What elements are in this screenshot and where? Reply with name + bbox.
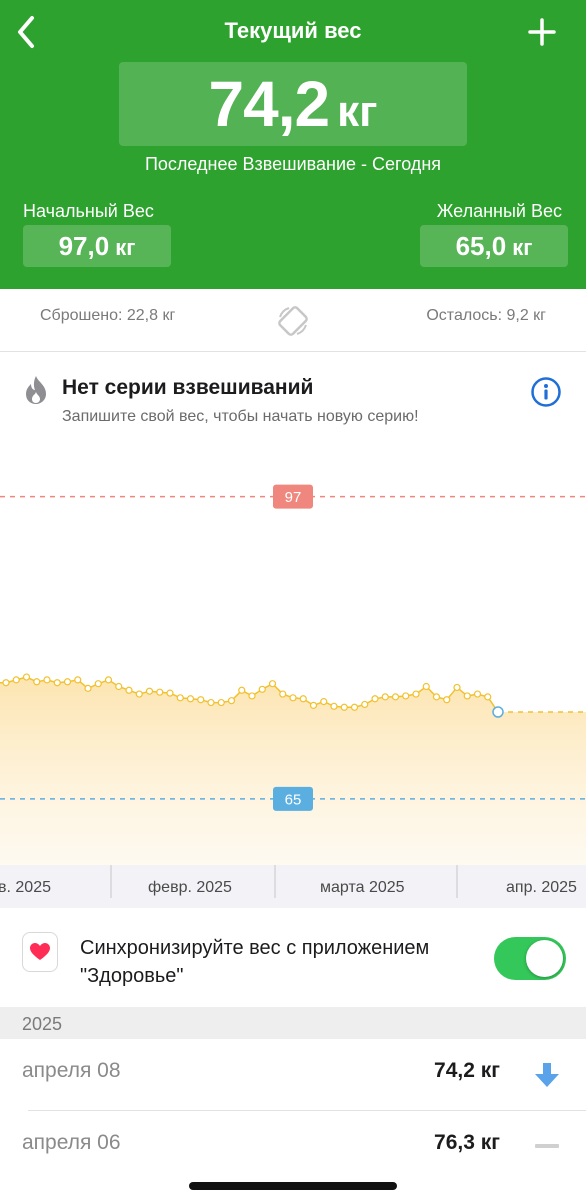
data-point xyxy=(135,690,143,698)
data-point xyxy=(238,686,246,694)
data-point xyxy=(484,693,492,701)
current-weight-unit: кг xyxy=(337,87,378,136)
data-point xyxy=(402,692,410,700)
latest-data-point xyxy=(492,706,504,718)
history-weight: 74,2 кг xyxy=(434,1059,500,1082)
data-point xyxy=(227,697,236,705)
data-point xyxy=(217,698,225,707)
data-point xyxy=(268,680,277,688)
data-point xyxy=(432,693,441,701)
data-point xyxy=(299,695,307,703)
data-point xyxy=(22,673,31,681)
data-point xyxy=(289,694,297,702)
data-point xyxy=(94,680,102,688)
goal-weight-box[interactable]: 65,0 кг xyxy=(420,225,568,267)
minus-icon xyxy=(532,1131,562,1161)
data-point xyxy=(115,682,123,691)
x-tick-label: февр. 2025 xyxy=(148,879,232,896)
data-point xyxy=(371,695,379,703)
data-point xyxy=(166,689,174,697)
start-weight-label: Начальный Вес xyxy=(23,201,154,221)
data-point xyxy=(33,678,41,686)
current-weight-box: 74,2 кг xyxy=(119,62,467,146)
data-point xyxy=(248,692,256,700)
lost-weight: Сброшено: 22,8 кг xyxy=(40,307,176,324)
start-weight-value: 97,0 xyxy=(58,231,110,261)
progress-summary: Сброшено: 22,8 кг Осталось: 9,2 кг xyxy=(0,289,586,352)
data-point xyxy=(391,693,400,701)
down-arrow-icon xyxy=(532,1059,562,1089)
data-point xyxy=(207,698,215,707)
data-point xyxy=(340,703,348,711)
last-weigh-in: Последнее Взвешивание - Сегодня xyxy=(144,154,441,174)
data-point xyxy=(197,696,205,704)
health-sync-label: Синхронизируйте вес с приложением "Здоро… xyxy=(80,937,430,987)
data-point xyxy=(2,679,10,687)
data-point xyxy=(145,687,154,695)
year-section-header: 2025 xyxy=(0,1007,586,1039)
history-weight: 76,3 кг xyxy=(434,1131,500,1154)
data-point xyxy=(74,676,82,684)
home-indicator xyxy=(189,1182,397,1190)
add-weight-button[interactable] xyxy=(520,10,564,54)
weight-chart: 97 65 в. 2025 февр. 2025 марта 2025 апр. … xyxy=(0,484,586,908)
data-point xyxy=(463,692,471,700)
start-weight-label: 97 xyxy=(285,489,302,506)
chart-axis-band xyxy=(0,865,586,908)
data-point xyxy=(258,685,266,693)
data-point xyxy=(186,695,195,703)
history-row[interactable]: апреля 08 74,2 кг xyxy=(0,1039,586,1111)
data-point xyxy=(63,678,72,686)
data-point xyxy=(381,693,389,701)
data-point xyxy=(279,690,287,698)
x-tick-label: апр. 2025 xyxy=(506,879,577,896)
data-point xyxy=(176,694,184,702)
data-point xyxy=(473,690,482,698)
plus-icon xyxy=(528,18,556,46)
health-app-icon xyxy=(22,932,58,972)
toggle-knob xyxy=(526,940,563,977)
remaining-weight: Осталось: 9,2 кг xyxy=(426,307,546,324)
data-point xyxy=(43,676,51,684)
health-sync-toggle[interactable] xyxy=(494,937,566,980)
page-title: Текущий вес xyxy=(224,18,362,43)
streak-subtitle: Запишите свой вес, чтобы начать новую се… xyxy=(62,408,419,425)
goal-weight-unit: кг xyxy=(512,235,533,260)
data-point xyxy=(330,702,338,710)
header: Текущий вес 74,2 кг Последнее Взвешивание… xyxy=(0,0,586,289)
data-point xyxy=(443,696,451,704)
chart-layer: 97 65 xyxy=(0,484,586,865)
goal-weight-label: 65 xyxy=(285,791,302,808)
history-date: апреля 08 xyxy=(22,1059,121,1082)
data-point xyxy=(320,698,328,706)
history-date: апреля 06 xyxy=(22,1131,121,1154)
x-tick-label: в. 2025 xyxy=(0,879,51,896)
goal-weight-label: Желанный Вес xyxy=(436,201,562,221)
weight-area xyxy=(0,677,586,865)
data-point xyxy=(422,682,430,691)
data-point xyxy=(125,686,133,694)
data-point xyxy=(309,701,318,709)
data-point xyxy=(453,683,461,692)
streak-title: Нет серии взвешиваний xyxy=(62,376,314,399)
data-point xyxy=(350,703,359,711)
data-point xyxy=(53,679,61,687)
start-weight-box[interactable]: 97,0 кг xyxy=(23,225,171,267)
current-weight-value: 74,2 xyxy=(208,68,331,140)
history-row[interactable]: апреля 06 76,3 кг xyxy=(0,1111,586,1183)
start-weight-unit: кг xyxy=(115,235,136,260)
data-point xyxy=(12,676,20,684)
goal-weight-value: 65,0 xyxy=(455,231,507,261)
data-point xyxy=(104,676,113,684)
data-point xyxy=(361,700,369,709)
flame-icon xyxy=(22,374,50,406)
data-point xyxy=(156,688,164,696)
rotate-icon[interactable] xyxy=(275,303,311,339)
data-point xyxy=(84,684,92,692)
x-tick-label: марта 2025 xyxy=(320,879,405,896)
data-point xyxy=(412,690,420,698)
year-label: 2025 xyxy=(22,1014,63,1034)
info-icon[interactable] xyxy=(530,376,562,408)
